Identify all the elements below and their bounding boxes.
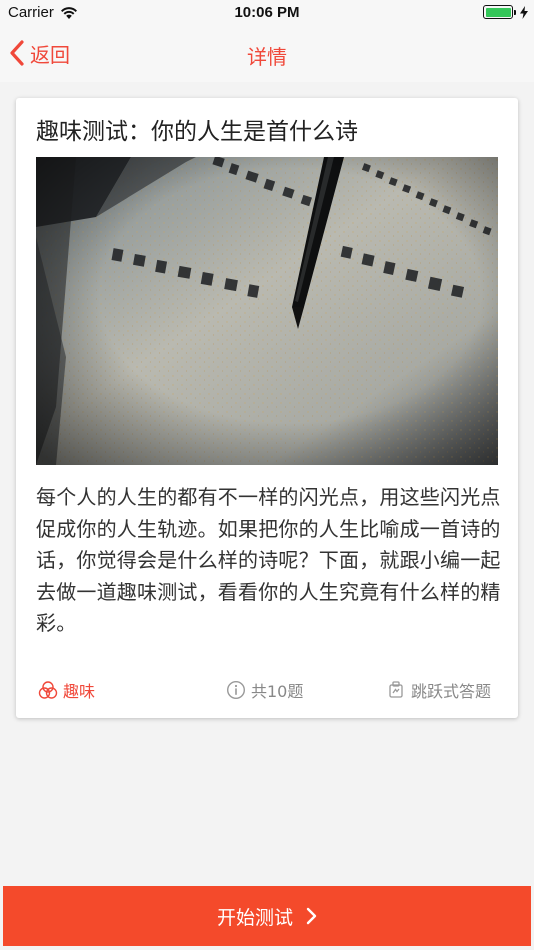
calligraphy-image [36, 157, 498, 465]
category-label: 趣味 [63, 682, 96, 701]
status-time: 10:06 PM [234, 4, 300, 21]
battery-fill [485, 7, 511, 17]
category-tag: 趣味 [38, 678, 95, 702]
question-count: 共10题 [226, 678, 303, 702]
status-bar: Carrier 10:06 PM [0, 0, 534, 28]
question-count-label: 共10题 [251, 682, 304, 701]
quiz-detail-card: 趣味测试：你的人生是首什么诗 每个人的人生的都有不一样的闪光点，用这些闪光点促成… [16, 98, 518, 718]
circles-icon [38, 681, 58, 699]
answer-mode: 跳跃式答题 [386, 678, 491, 702]
chevron-right-icon [306, 907, 317, 925]
start-test-label: 开始测试 [216, 906, 293, 929]
quiz-meta: 趣味 共10题 跳跃式答题 [16, 678, 518, 702]
battery-nub [514, 9, 516, 15]
battery-icon [483, 5, 513, 19]
quiz-title: 趣味测试：你的人生是首什么诗 [36, 119, 358, 145]
charging-bolt-icon [520, 5, 528, 19]
battery-indicator [483, 5, 528, 19]
navigation-bar: 返回 详情 [0, 28, 534, 82]
jump-icon [389, 681, 403, 698]
start-test-button[interactable]: 开始测试 [3, 886, 531, 946]
calligraphy-illustration [36, 157, 498, 465]
quiz-description: 每个人的人生的都有不一样的闪光点，用这些闪光点促成你的人生轨迹。如果把你的人生比… [36, 485, 501, 635]
info-icon [226, 680, 246, 700]
page-title: 详情 [247, 45, 287, 69]
answer-mode-label: 跳跃式答题 [411, 682, 492, 701]
